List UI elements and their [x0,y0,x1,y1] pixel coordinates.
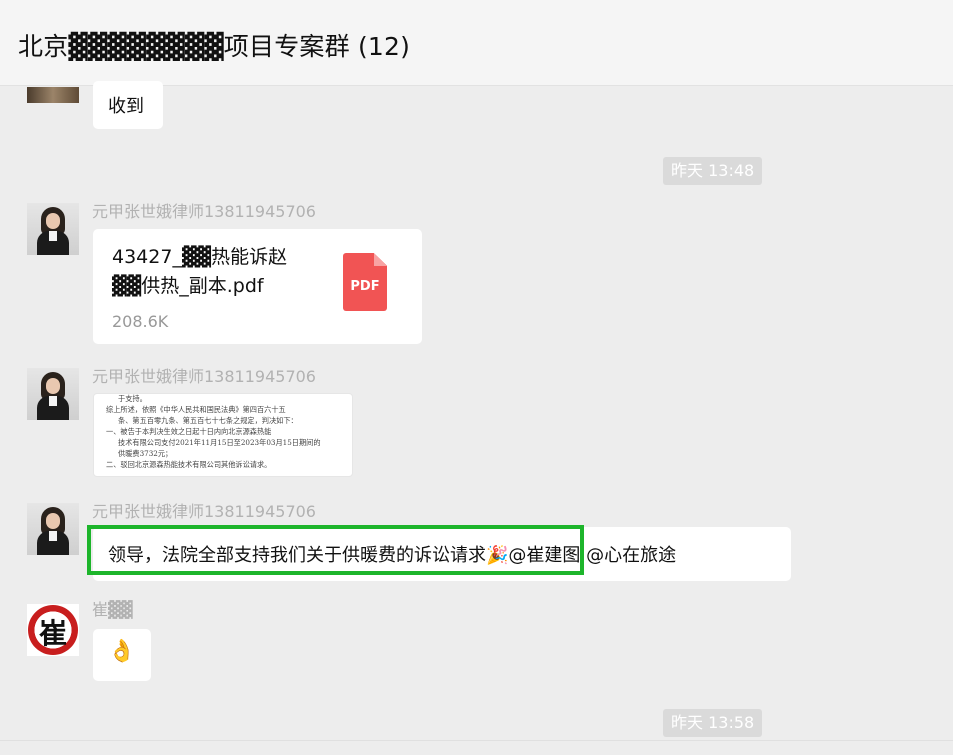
avatar[interactable] [27,503,79,555]
file-name-line1: 43427_▓▓热能诉赵 [112,246,288,268]
file-size: 208.6K [112,312,169,331]
doc-line: 一、被告于本判决生效之日起十日内向北京源森热能 [106,427,272,436]
pdf-label: PDF [350,279,380,294]
doc-line: 于支持。 [118,394,147,403]
timestamp: 昨天 13:48 [663,157,763,185]
message-text: 收到 [108,96,144,117]
file-name-line2: ▓▓供热_副本.pdf [112,275,264,297]
doc-line: 条、第五百零九条、第五百七十七条之规定，判决如下： [118,416,298,425]
image-message[interactable]: 于支持。 综上所述，依照《中华人民共和国民法典》第四百六十五 条、第五百零九条、… [93,393,353,477]
file-name: 43427_▓▓热能诉赵 ▓▓供热_副本.pdf [112,243,312,301]
chat-header: 北京▓▓▓▓▓▓▓▓项目专案群 (12) [0,0,953,86]
file-card[interactable]: 43427_▓▓热能诉赵 ▓▓供热_副本.pdf 208.6K PDF [93,229,422,344]
highlight-box [87,525,584,575]
avatar-glyph: 崔 [38,617,67,650]
doc-line: 二、驳回北京源森热能技术有限公司其他诉讼请求。 [106,460,272,469]
group-title[interactable]: 北京▓▓▓▓▓▓▓▓项目专案群 (12) [18,27,410,63]
doc-line: 技术有限公司支付2021年11月15日至2023年03月15日期间的 [118,438,321,447]
sender-name: 崔▓▓ [92,600,133,619]
doc-line: 综上所述，依照《中华人民共和国民法典》第四百六十五 [106,405,286,414]
ok-hand-icon: 👌 [108,639,136,664]
timestamp: 昨天 13:58 [663,709,763,737]
avatar[interactable]: 崔 [27,604,79,656]
pdf-file-icon: PDF [343,253,387,311]
avatar[interactable] [27,203,79,255]
sender-name: 元甲张世娥律师13811945706 [92,502,316,521]
avatar[interactable] [27,368,79,420]
avatar-partial[interactable] [27,87,79,103]
message-bubble-text[interactable]: 收到 [93,81,163,129]
message-bubble-emoji[interactable]: 👌 [93,629,151,681]
sender-name: 元甲张世娥律师13811945706 [92,202,316,221]
divider [0,740,953,741]
doc-line: 供暖费3732元； [118,449,173,458]
sender-name: 元甲张世娥律师13811945706 [92,367,316,386]
message-list[interactable]: 收到 昨天 13:48 元甲张世娥律师13811945706 43427_▓▓热… [0,81,953,755]
